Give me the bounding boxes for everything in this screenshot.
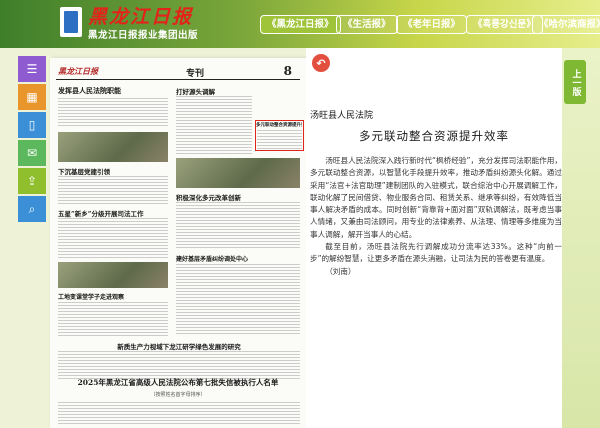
paper-text-block — [58, 402, 300, 426]
site-header: 黑龙江日报 黑龙江日报报业集团出版 《黑龙江日报》 《生活报》 《老年日报》 《… — [0, 0, 600, 48]
paper-text-block — [176, 202, 300, 250]
paper-bottom-subtitle: （按照姓名首字母排序） — [150, 392, 206, 398]
paper-logo: 黑龙江日报 — [58, 66, 98, 76]
share-icon[interactable]: ⇪ — [18, 168, 46, 194]
paper-text-block — [176, 96, 252, 154]
paper-headline[interactable]: 下沉基层党建引领 — [58, 166, 168, 176]
paper-page-number: 8 — [283, 64, 292, 78]
paper-bottom-title[interactable]: 2025年黑龙江省高级人民法院公布第七批失信被执行人名单 — [60, 377, 296, 388]
paper-text-block — [58, 176, 168, 204]
tab-harbin-commerce[interactable]: 《哈尔滨商报》 — [532, 15, 600, 34]
paper-headline[interactable]: 新质生产力视域下龙江研学绿色发展的研究 — [58, 341, 300, 351]
article-body: 汤旺县人民法院深入践行新时代“枫桥经验”，充分发挥司法职能作用，多元联动整合资源… — [310, 155, 562, 278]
paper-text-block — [176, 264, 300, 336]
page-nav-panel — [562, 48, 600, 428]
article-paragraph: （刘南） — [325, 266, 356, 276]
prev-page-label: 上一版 — [570, 68, 581, 96]
back-icon[interactable]: ↶ — [312, 54, 330, 72]
article-source: 汤旺县人民法院 — [310, 111, 374, 121]
paper-headline[interactable]: 发挥县人民法院职能 — [58, 86, 168, 96]
prev-page-button[interactable]: 上一版 — [564, 60, 586, 104]
paper-text-block — [58, 98, 168, 128]
tab-heilongjiang-daily[interactable]: 《黑龙江日报》 — [260, 15, 341, 34]
newspaper-page[interactable]: 黑龙江日报 专刊 8 发挥县人民法院职能 下沉基层党建引领 五星”新乡”分级开展… — [50, 58, 306, 428]
masthead-subtitle: 黑龙江日报报业集团出版 — [88, 30, 199, 41]
publisher-logo-icon — [60, 7, 82, 37]
calendar-icon[interactable]: ▦ — [18, 84, 46, 110]
phone-icon[interactable]: ▯ — [18, 112, 46, 138]
article-title: 多元联动整合资源提升效率 — [359, 129, 509, 143]
paper-headline[interactable]: 打好源头调解 — [176, 86, 300, 96]
paper-photo — [58, 262, 168, 288]
paper-photo — [58, 132, 168, 162]
article-paragraph: 汤旺县人民法院深入践行新时代“枫桥经验”，充分发挥司法职能作用，多元联动整合资源… — [310, 156, 562, 239]
chat-icon[interactable]: ✉ — [18, 140, 46, 166]
paper-headline[interactable]: 五星”新乡”分级开展司法工作 — [58, 208, 168, 218]
selected-article-highlight[interactable] — [255, 120, 304, 151]
article-paragraph: 截至目前，汤旺县法院先行调解成功分流率达33%。这种“向前一步”的解纷智慧，让更… — [310, 242, 562, 264]
tool-sidebar: ☰ ▦ ▯ ✉ ⇪ ⌕ — [18, 56, 46, 224]
tab-life-daily[interactable]: 《生活报》 — [336, 15, 398, 34]
paper-headline[interactable]: 建好基层矛盾纠纷调处中心 — [176, 254, 300, 263]
paper-headline[interactable]: 工地变课堂学子走进观察 — [58, 292, 168, 301]
search-icon[interactable]: ⌕ — [18, 196, 46, 222]
masthead[interactable]: 黑龙江日报 — [88, 2, 193, 29]
article-panel: ↶ 汤旺县人民法院 多元联动整合资源提升效率 汤旺县人民法院深入践行新时代“枫桥… — [306, 48, 562, 428]
paper-photo — [176, 158, 300, 188]
paper-text-block — [58, 302, 168, 336]
tab-senior-daily[interactable]: 《老年日报》 — [396, 15, 468, 34]
paper-text-block — [58, 218, 168, 258]
paper-header: 黑龙江日报 专刊 8 — [56, 64, 300, 80]
paper-section-title: 专刊 — [186, 69, 205, 79]
paper-headline[interactable]: 积极深化多元改革创新 — [176, 192, 300, 202]
menu-icon[interactable]: ☰ — [18, 56, 46, 82]
